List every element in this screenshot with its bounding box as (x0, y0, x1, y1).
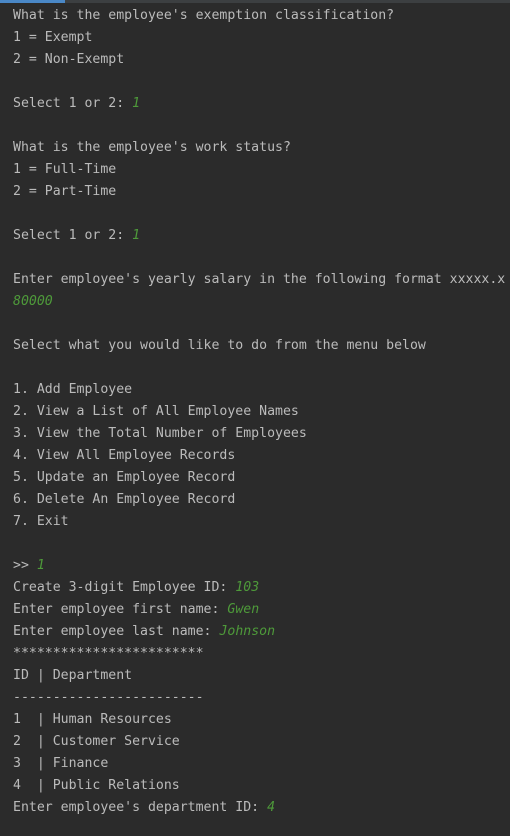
console-line-text: Select 1 or 2: (13, 96, 133, 111)
console-line: 1. Add Employee (13, 379, 510, 401)
console-line: 5. Update an Employee Record (13, 467, 510, 489)
console-line-text: What is the employee's work status? (13, 140, 291, 155)
console-line-text: What is the employee's exemption classif… (13, 8, 395, 23)
console-line-text: 1. Add Employee (13, 382, 133, 397)
console-line: >> 1 (13, 555, 510, 577)
console-line-text: Select what you would like to do from th… (13, 338, 426, 353)
console-line: ID | Department (13, 665, 510, 687)
console-line: What is the employee's work status? (13, 137, 510, 159)
console-user-input: 80000 (13, 294, 53, 309)
console-user-input: 103 (235, 580, 260, 595)
console-line-text: Enter employee first name: (13, 602, 228, 617)
console-line-text: 2 | Customer Service (13, 734, 180, 749)
console-line-text: 6. Delete An Employee Record (13, 492, 236, 507)
console-user-input: 1 (132, 228, 141, 243)
console-line: Enter employee's department ID: 4 (13, 797, 510, 819)
console-line: Enter employee first name: Gwen (13, 599, 510, 621)
console-line: 6. Delete An Employee Record (13, 489, 510, 511)
console-line-text: Create 3-digit Employee ID: (13, 580, 236, 595)
console-line: 4. View All Employee Records (13, 445, 510, 467)
console-line-text: 5. Update an Employee Record (13, 470, 236, 485)
console-line-text: ID | Department (13, 668, 133, 683)
console-user-input: Gwen (227, 602, 260, 617)
console-line-text: 1 = Full-Time (13, 162, 117, 177)
console-user-input: Johnson (219, 624, 276, 639)
console-line-text: Enter employee's department ID: (13, 800, 268, 815)
console-line: Enter employee's yearly salary in the fo… (13, 269, 510, 291)
console-line-text: 2. View a List of All Employee Names (13, 404, 299, 419)
console-line-text: Select 1 or 2: (13, 228, 133, 243)
active-tab-indicator (0, 0, 65, 3)
console-line: ------------------------ (13, 687, 510, 709)
run-console-output[interactable]: What is the employee's exemption classif… (13, 5, 510, 819)
console-line: 80000 (13, 291, 510, 313)
console-line: Create 3-digit Employee ID: 103 (13, 577, 510, 599)
console-line-text: 3 | Finance (13, 756, 109, 771)
console-line: ************************ (13, 643, 510, 665)
console-line-text: ************************ (13, 646, 204, 661)
console-line: 3. View the Total Number of Employees (13, 423, 510, 445)
console-line: 7. Exit (13, 511, 510, 533)
console-line: 4 | Public Relations (13, 775, 510, 797)
console-line: 1 | Human Resources (13, 709, 510, 731)
console-line-text: >> (13, 558, 37, 573)
console-line: What is the employee's exemption classif… (13, 5, 510, 27)
console-line: 2 = Part-Time (13, 181, 510, 203)
console-tab-strip (0, 0, 510, 3)
console-line: Select what you would like to do from th… (13, 335, 510, 357)
console-line: Enter employee last name: Johnson (13, 621, 510, 643)
console-line-text: Enter employee's yearly salary in the fo… (13, 272, 506, 287)
console-line-text: 1 = Exempt (13, 30, 93, 45)
console-user-input: 4 (267, 800, 276, 815)
console-line: 1 = Exempt (13, 27, 510, 49)
console-line: 2. View a List of All Employee Names (13, 401, 510, 423)
console-line-text: Enter employee last name: (13, 624, 220, 639)
console-line-text: 4 | Public Relations (13, 778, 180, 793)
console-user-input: 1 (36, 558, 45, 573)
console-line: 3 | Finance (13, 753, 510, 775)
console-user-input: 1 (132, 96, 141, 111)
console-line-text: ------------------------ (13, 690, 204, 705)
console-line: 1 = Full-Time (13, 159, 510, 181)
console-line: 2 = Non-Exempt (13, 49, 510, 71)
console-line-text: 4. View All Employee Records (13, 448, 236, 463)
console-line: Select 1 or 2: 1 (13, 93, 510, 115)
console-line: 2 | Customer Service (13, 731, 510, 753)
console-line-text: 2 = Non-Exempt (13, 52, 125, 67)
console-line-text: 1 | Human Resources (13, 712, 172, 727)
console-line: Select 1 or 2: 1 (13, 225, 510, 247)
console-line-text: 7. Exit (13, 514, 69, 529)
console-line-text: 2 = Part-Time (13, 184, 117, 199)
console-line-text: 3. View the Total Number of Employees (13, 426, 307, 441)
